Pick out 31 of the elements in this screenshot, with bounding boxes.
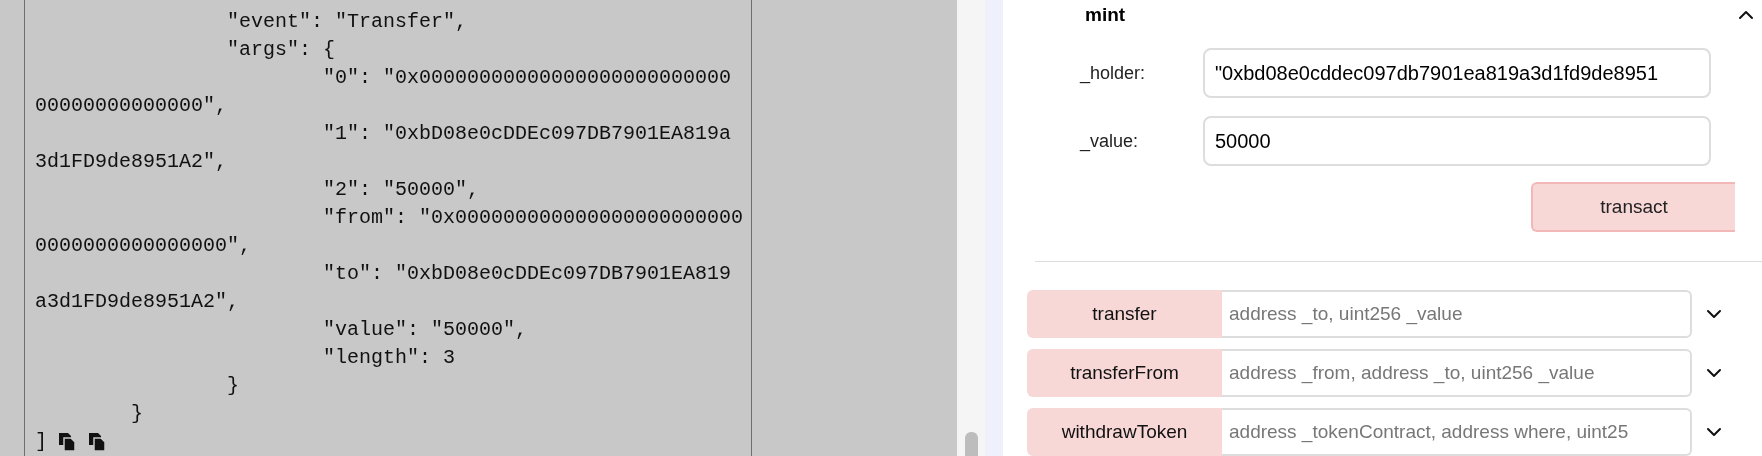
param-label: _holder: xyxy=(1080,62,1147,84)
code-line: 00000000000000", xyxy=(35,93,228,119)
copy-icon[interactable] xyxy=(87,432,107,452)
code-line: a3d1FD9de8951A2", xyxy=(35,289,240,315)
code-line: "0": "0x00000000000000000000000000 xyxy=(322,65,732,91)
transact-button[interactable]: transact xyxy=(1531,182,1735,232)
code-line: "from": "0x000000000000000000000000 xyxy=(322,205,744,231)
code-line: "2": "50000", xyxy=(322,177,480,203)
code-line: "length": 3 xyxy=(322,345,456,371)
args-input-field[interactable]: address _to, uint256 _value xyxy=(1222,290,1692,338)
args-input-field[interactable]: address _tokenContract, address where, uint25 xyxy=(1222,408,1692,456)
code-line: } xyxy=(130,401,144,427)
code-line: ] xyxy=(35,429,47,455)
function-title: mint xyxy=(1084,4,1126,26)
code-line: 0000000000000000", xyxy=(35,233,252,259)
param-input-field[interactable]: "0xbd08e0cddec097db7901ea819a3d1fd9de8951 xyxy=(1203,48,1711,98)
copy-icon[interactable] xyxy=(57,432,77,452)
code-line: "to": "0xbD08e0cDDEc097DB7901EA819 xyxy=(322,261,732,287)
code-line: "args": { xyxy=(226,37,336,63)
function-button[interactable]: transferFrom xyxy=(1027,349,1222,397)
function-button[interactable]: withdrawToken xyxy=(1027,408,1222,456)
param-label: _value: xyxy=(1080,130,1140,152)
args-input-field[interactable]: address _from, address _to, uint256 _value xyxy=(1222,349,1692,397)
code-line: "event": "Transfer", xyxy=(226,9,468,35)
function-button[interactable]: transfer xyxy=(1027,290,1222,338)
code-line: } xyxy=(226,373,240,399)
param-input-field[interactable]: 50000 xyxy=(1203,116,1711,166)
code-line: "value": "50000", xyxy=(322,317,528,343)
code-line: 3d1FD9de8951A2", xyxy=(35,149,228,175)
code-line: "1": "0xbD08e0cDDEc097DB7901EA819a xyxy=(322,121,732,147)
scrollbar-thumb[interactable] xyxy=(964,432,978,456)
